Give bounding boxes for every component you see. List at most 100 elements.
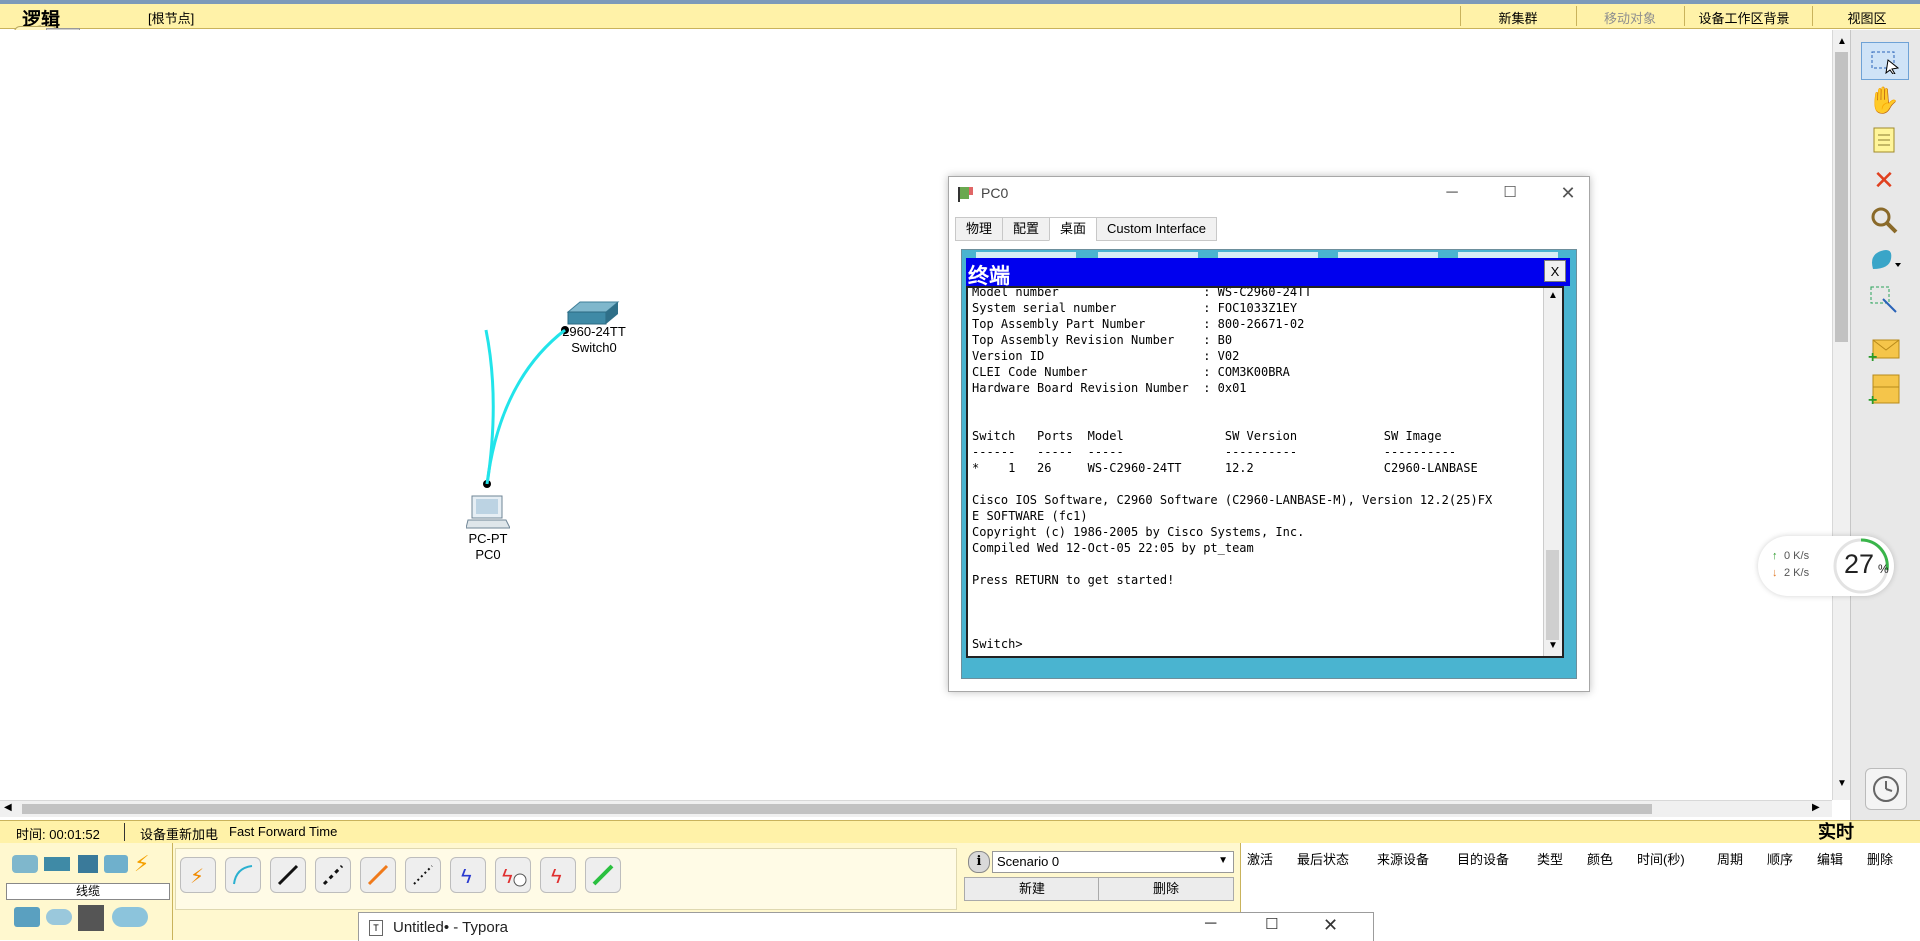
chevron-down-icon: ▼: [1218, 855, 1228, 866]
add-complex-pdu-icon[interactable]: +: [1861, 372, 1907, 408]
add-simple-pdu-icon[interactable]: +: [1861, 332, 1907, 368]
maximize-button[interactable]: ☐: [1495, 179, 1525, 207]
tab-desktop[interactable]: 桌面: [1049, 217, 1098, 241]
device-type-panel: ⚡ 线缆: [0, 843, 173, 940]
new-cluster-button[interactable]: 新集群: [1468, 8, 1568, 27]
move-object-button[interactable]: 移动对象: [1584, 8, 1676, 27]
resize-shape-icon[interactable]: [1861, 282, 1907, 318]
divider: [1460, 6, 1461, 26]
scroll-down-icon[interactable]: ▼: [1837, 778, 1847, 789]
router-category-icon[interactable]: [12, 855, 38, 873]
tab-custom-interface[interactable]: Custom Interface: [1096, 217, 1218, 241]
scenario-select[interactable]: Scenario 0 ▼: [992, 851, 1234, 873]
wireless-category-icon[interactable]: [104, 855, 128, 873]
scroll-thumb[interactable]: [1835, 52, 1848, 342]
divider: [124, 823, 125, 841]
pdu-col-header[interactable]: 最后状态: [1297, 849, 1349, 868]
pdu-col-header[interactable]: 删除: [1867, 849, 1893, 868]
switch-name-label[interactable]: Switch0: [534, 340, 654, 355]
viewport-button[interactable]: 视图区: [1820, 8, 1914, 27]
pdu-col-header[interactable]: 激活: [1247, 849, 1273, 868]
scroll-right-icon[interactable]: ▶: [1812, 802, 1820, 813]
cloud-icon[interactable]: [46, 909, 72, 925]
realtime-clock-icon[interactable]: [1865, 768, 1907, 810]
switch-model-label: 2960-24TT: [562, 324, 626, 339]
upload-arrow-icon: ↑: [1772, 550, 1778, 562]
hub-category-icon[interactable]: [78, 855, 98, 873]
delete-tool-icon[interactable]: ✕: [1861, 162, 1907, 198]
pc-tabs: 物理 配置 桌面 Custom Interface: [955, 217, 1218, 241]
crossover-cable-icon[interactable]: [315, 857, 351, 893]
usage-percent-unit: %: [1878, 562, 1889, 576]
pdu-col-header[interactable]: 周期: [1717, 849, 1743, 868]
pdu-col-header[interactable]: 来源设备: [1377, 849, 1429, 868]
minimize-button[interactable]: ─: [1437, 179, 1467, 207]
terminal-output[interactable]: Model number : WS-C2960-24TT System seri…: [966, 286, 1564, 658]
canvas-vertical-scrollbar[interactable]: ▲ ▼: [1832, 30, 1851, 800]
scroll-thumb[interactable]: [22, 804, 1652, 814]
scroll-down-icon[interactable]: ▼: [1548, 640, 1558, 651]
scroll-up-icon[interactable]: ▲: [1837, 36, 1847, 47]
svg-text:ϟ: ϟ: [502, 866, 513, 888]
scroll-left-icon[interactable]: ◀: [4, 802, 12, 813]
minimize-button[interactable]: ─: [1205, 915, 1216, 933]
terminal-close-button[interactable]: X: [1544, 260, 1566, 282]
note-tool-icon[interactable]: [1861, 122, 1907, 158]
pdu-col-header[interactable]: 编辑: [1817, 849, 1843, 868]
connections-category-icon[interactable]: ⚡: [134, 851, 149, 877]
maximize-button[interactable]: ☐: [1265, 915, 1278, 933]
set-background-button[interactable]: 设备工作区背景: [1692, 8, 1796, 27]
pc-icon[interactable]: [465, 494, 511, 533]
terminal-text: Model number : WS-C2960-24TT System seri…: [972, 286, 1493, 651]
realtime-mode-label[interactable]: 实时: [1818, 818, 1854, 844]
draw-shape-icon[interactable]: [1861, 242, 1907, 278]
multiuser-icon[interactable]: [78, 905, 104, 931]
coaxial-cable-icon[interactable]: ϟ: [450, 857, 486, 893]
delete-scenario-button[interactable]: 删除: [1098, 877, 1234, 901]
octal-cable-icon[interactable]: [585, 857, 621, 893]
scroll-thumb[interactable]: [1546, 550, 1559, 640]
scenario-value: Scenario 0: [997, 854, 1060, 869]
inspect-tool-icon[interactable]: [1861, 202, 1907, 238]
terminal-scrollbar[interactable]: ▲ ▼: [1543, 288, 1562, 656]
pdu-col-header[interactable]: 颜色: [1587, 849, 1613, 868]
svg-text:ϟ: ϟ: [551, 866, 562, 888]
tab-physical[interactable]: 物理: [955, 217, 1004, 241]
power-cycle-button[interactable]: 设备重新加电: [140, 824, 218, 843]
end-device-icon[interactable]: [14, 907, 40, 927]
fiber-cable-icon[interactable]: [360, 857, 396, 893]
tab-config[interactable]: 配置: [1002, 217, 1051, 241]
console-cable-icon[interactable]: [225, 857, 261, 893]
pdu-col-header[interactable]: 目的设备: [1457, 849, 1509, 868]
close-button[interactable]: ✕: [1323, 915, 1338, 936]
hand-tool-icon[interactable]: ✋: [1861, 82, 1907, 118]
close-button[interactable]: ✕: [1553, 179, 1583, 207]
fast-forward-button[interactable]: Fast Forward Time: [229, 824, 337, 839]
straight-cable-icon[interactable]: [270, 857, 306, 893]
auto-cable-icon[interactable]: ⚡: [180, 857, 216, 893]
divider: [1684, 6, 1685, 26]
svg-text:+: +: [1868, 349, 1877, 364]
typora-window[interactable]: T Untitled• - Typora ─ ☐ ✕: [358, 912, 1374, 941]
phone-cable-icon[interactable]: [405, 857, 441, 893]
custom-device-icon[interactable]: [112, 907, 148, 927]
svg-text:ϟ: ϟ: [461, 866, 472, 888]
pc0-window: PC0 ─ ☐ ✕ 物理 配置 桌面 Custom Interface 终端 X…: [948, 176, 1590, 692]
serial-dce-cable-icon[interactable]: ϟ: [495, 857, 531, 893]
serial-dte-cable-icon[interactable]: ϟ: [540, 857, 576, 893]
info-icon[interactable]: i: [968, 851, 990, 873]
canvas-horizontal-scrollbar[interactable]: ◀ ▶: [0, 800, 1832, 817]
new-scenario-button[interactable]: 新建: [964, 877, 1100, 901]
select-tool-icon[interactable]: [1861, 42, 1909, 80]
desktop-area: 终端 X Model number : WS-C2960-24TT System…: [961, 249, 1577, 679]
pc-name-label[interactable]: PC0: [428, 547, 548, 562]
pdu-col-header[interactable]: 顺序: [1767, 849, 1793, 868]
network-speed-widget[interactable]: ↑ 0 K/s ↓ 2 K/s 27 %: [1758, 536, 1894, 596]
switch-category-icon[interactable]: [44, 857, 70, 871]
pdu-col-header[interactable]: 类型: [1537, 849, 1563, 868]
terminal-title-bar: 终端 X: [966, 258, 1570, 288]
pdu-col-header[interactable]: 时间(秒): [1637, 849, 1685, 868]
typora-app-icon: T: [369, 920, 383, 936]
download-speed: 2 K/s: [1784, 567, 1810, 579]
scroll-up-icon[interactable]: ▲: [1548, 290, 1558, 301]
